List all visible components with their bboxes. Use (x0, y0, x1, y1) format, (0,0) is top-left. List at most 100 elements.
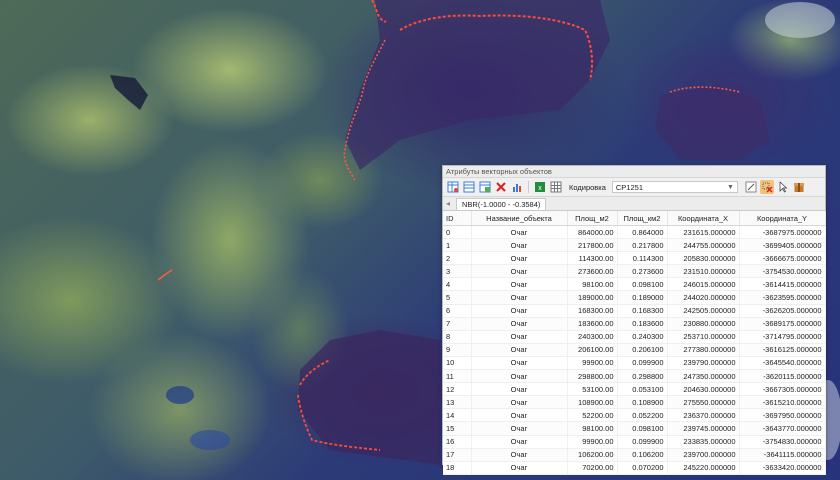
cell-id: 16 (443, 435, 472, 449)
table-body: 0 Очаг 864000.00 0.864000 231615.000000 -3687… (443, 225, 826, 475)
table-row[interactable]: 14 Очаг 52200.00 0.052200 236370.000000 -3697… (443, 408, 826, 423)
cell-area-km2: 0.206100 (617, 343, 668, 357)
clear-selection-icon[interactable] (759, 180, 774, 194)
table-row[interactable]: 6 Очаг 168300.00 0.168300 242505.000000 -3626… (443, 304, 826, 318)
select-cursor-icon[interactable] (776, 180, 790, 194)
cell-coord-x: 244020.000000 (667, 290, 740, 305)
cell-id: 17 (443, 448, 472, 462)
column-area-m2-header[interactable]: Площ_м2 (567, 211, 618, 226)
cell-id: 2 (443, 251, 472, 266)
cell-area-km2: 0.240300 (617, 330, 668, 344)
cell-coord-y: -3626205.000000 (739, 304, 826, 318)
cell-id: 13 (443, 395, 472, 410)
table-edit-icon[interactable] (462, 180, 476, 194)
cell-id: 9 (443, 343, 472, 357)
cell-area-m2: 189000.00 (567, 290, 618, 305)
settings-box-icon[interactable] (792, 180, 806, 194)
encoding-label: Кодировка (569, 182, 606, 192)
table-row[interactable]: 3 Очаг 273600.00 0.273600 231510.000000 -3754… (443, 264, 826, 279)
cell-coord-y: -3697950.000000 (739, 408, 826, 423)
table-row[interactable]: 0 Очаг 864000.00 0.864000 231615.000000 -3687… (443, 225, 826, 240)
cell-coord-x: 246015.000000 (667, 277, 740, 292)
cell-area-m2: 183600.00 (567, 317, 618, 331)
delete-icon[interactable] (494, 180, 508, 194)
tab-scroll-left-icon[interactable]: ◂ (446, 198, 450, 210)
cell-coord-x: 239790.000000 (667, 356, 740, 371)
water-patch (166, 386, 194, 404)
export-excel-icon[interactable]: x (533, 180, 547, 194)
cell-area-km2: 0.098100 (617, 421, 668, 436)
cell-coord-x: 233835.000000 (667, 435, 740, 449)
column-coord-x-header[interactable]: Координата_X (667, 211, 740, 226)
cell-coord-y: -3633420.000000 (739, 461, 826, 475)
cell-area-m2: 114300.00 (567, 251, 618, 266)
grid-icon[interactable] (549, 180, 563, 194)
burned-area-south (298, 330, 440, 465)
table-row[interactable]: 17 Очаг 106200.00 0.106200 239700.000000 -364… (443, 448, 826, 462)
cell-id: 8 (443, 330, 472, 344)
table-row[interactable]: 1 Очаг 217800.00 0.217800 244755.000000 -3699… (443, 238, 826, 253)
layer-tabbar: ◂ NBR(-1.0000 - -0.3584) (443, 197, 825, 211)
cell-object-name: Очаг (471, 421, 568, 436)
table-add-icon[interactable] (478, 180, 492, 194)
cell-object-name: Очаг (471, 304, 568, 318)
chart-icon[interactable] (510, 180, 524, 194)
column-coord-y-header[interactable]: Координата_Y (739, 211, 826, 226)
tab-layer-nbr[interactable]: NBR(-1.0000 - -0.3584) (456, 198, 547, 210)
cell-id: 5 (443, 290, 472, 305)
cell-area-m2: 217800.00 (567, 238, 618, 253)
table-row[interactable]: 10 Очаг 99900.00 0.099900 239790.000000 -3645… (443, 356, 826, 371)
window-title: Атрибуты векторных объектов (443, 166, 825, 178)
table-row[interactable]: 15 Очаг 98100.00 0.098100 239745.000000 -3643… (443, 421, 826, 436)
cell-area-km2: 0.098100 (617, 277, 668, 292)
table-icon[interactable] (446, 180, 460, 194)
cell-id: 10 (443, 356, 472, 371)
cell-coord-x: 239745.000000 (667, 421, 740, 436)
cell-area-m2: 273600.00 (567, 264, 618, 279)
cell-area-m2: 298800.00 (567, 369, 618, 384)
table-row[interactable]: 5 Очаг 189000.00 0.189000 244020.000000 -3623… (443, 290, 826, 305)
cell-area-km2: 0.114300 (617, 251, 668, 266)
cell-area-km2: 0.099900 (617, 435, 668, 449)
table-row[interactable]: 11 Очаг 298800.00 0.298800 247350.000000 -362… (443, 369, 826, 384)
vector-attributes-window[interactable]: Атрибуты векторных объектов x Кодировка … (442, 165, 826, 475)
table-row[interactable]: 12 Очаг 53100.00 0.053100 204630.000000 -3667… (443, 382, 826, 397)
table-row[interactable]: 18 Очаг 70200.00 0.070200 245220.000000 -3633… (443, 461, 826, 475)
table-row[interactable]: 8 Очаг 240300.00 0.240300 253710.000000 -3714… (443, 330, 826, 344)
encoding-value: CP1251 (615, 183, 643, 192)
cell-coord-x: 239700.000000 (667, 448, 740, 462)
toolbar: x Кодировка CP1251 ▼ (443, 178, 825, 197)
table-row[interactable]: 16 Очаг 99900.00 0.099900 233835.000000 -3754… (443, 435, 826, 449)
cell-object-name: Очаг (471, 395, 568, 410)
table-header-row: ID Название_объекта Площ_м2 Площ_км2 Координ… (443, 211, 826, 226)
cell-object-name: Очаг (471, 251, 568, 266)
cell-object-name: Очаг (471, 238, 568, 253)
zoom-to-icon[interactable] (744, 180, 758, 194)
cell-coord-x: 231510.000000 (667, 264, 740, 279)
encoding-select[interactable]: CP1251 ▼ (611, 181, 738, 193)
cell-object-name: Очаг (471, 277, 568, 292)
cell-coord-x: 247350.000000 (667, 369, 740, 384)
column-id-header[interactable]: ID (443, 211, 472, 226)
table-row[interactable]: 9 Очаг 206100.00 0.206100 277380.000000 -3616… (443, 343, 826, 357)
column-object-name-header[interactable]: Название_объекта (471, 211, 568, 226)
cell-coord-y: -3615210.000000 (739, 395, 826, 410)
cell-coord-y: -3754530.000000 (739, 264, 826, 279)
cell-area-m2: 240300.00 (567, 330, 618, 344)
table-row[interactable]: 4 Очаг 98100.00 0.098100 246015.000000 -36144… (443, 277, 826, 292)
cell-coord-x: 253710.000000 (667, 330, 740, 344)
table-row[interactable]: 13 Очаг 108900.00 0.108900 275550.000000 -361… (443, 395, 826, 410)
cell-coord-x: 236370.000000 (667, 408, 740, 423)
table-row[interactable]: 2 Очаг 114300.00 0.114300 205830.000000 -3666… (443, 251, 826, 266)
cell-coord-y: -3699405.000000 (739, 238, 826, 253)
burned-area-north (345, 0, 610, 170)
lake-shape (110, 75, 148, 110)
cell-coord-x: 204630.000000 (667, 382, 740, 397)
table-row[interactable]: 7 Очаг 183600.00 0.183600 230880.000000 -3689… (443, 317, 826, 331)
cell-coord-y: -3614415.000000 (739, 277, 826, 292)
column-area-km2-header[interactable]: Площ_км2 (617, 211, 668, 226)
cell-area-m2: 168300.00 (567, 304, 618, 318)
cell-object-name: Очаг (471, 461, 568, 475)
cell-coord-y: -3689175.000000 (739, 317, 826, 331)
cell-coord-y: -3643770.000000 (739, 421, 826, 436)
